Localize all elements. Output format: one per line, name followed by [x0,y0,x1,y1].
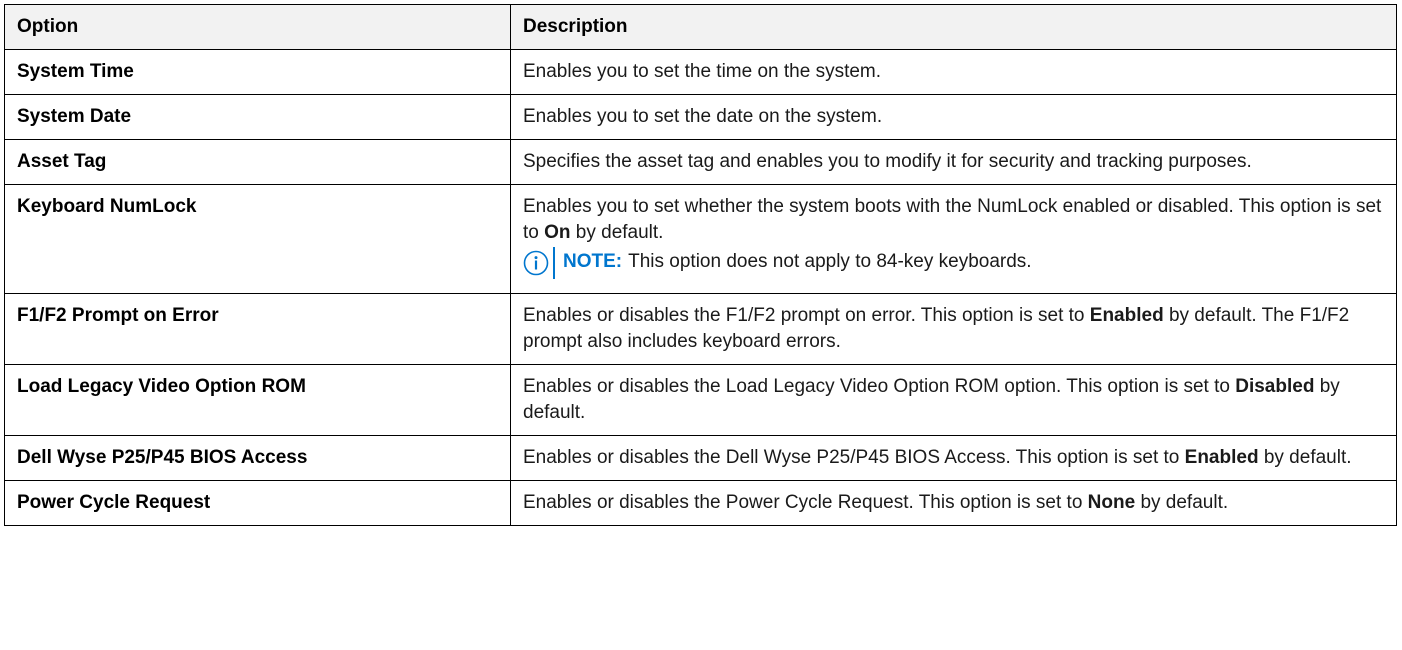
option-name: Dell Wyse P25/P45 BIOS Access [4,435,511,481]
info-circle-icon [523,250,549,276]
option-description: Enables or disables the Dell Wyse P25/P4… [510,435,1397,481]
option-name: Asset Tag [4,139,511,185]
description-text: Enables or disables the Power Cycle Requ… [523,492,1088,513]
table-row: Keyboard NumLock Enables you to set whet… [4,184,1397,294]
option-name: System Date [4,94,511,140]
option-name: Power Cycle Request [4,480,511,526]
table-row: Power Cycle Request Enables or disables … [4,480,1397,526]
default-value: On [544,222,571,243]
note-label: NOTE: [563,251,623,272]
table-row: Dell Wyse P25/P45 BIOS Access Enables or… [4,435,1397,481]
option-description: Enables or disables the Load Legacy Vide… [510,364,1397,436]
description-text: Enables or disables the Dell Wyse P25/P4… [523,447,1185,468]
note-body: NOTE: This option does not apply to 84-ke… [563,249,1032,275]
note: NOTE: This option does not apply to 84-ke… [523,247,1384,279]
option-name: System Time [4,49,511,95]
table-row: Asset Tag Specifies the asset tag and en… [4,139,1397,185]
default-value: Enabled [1089,305,1164,326]
description-text: by default. [1258,447,1352,468]
option-description: Enables you to set the date on the syste… [510,94,1397,140]
bios-options-table: Option Description System Time Enables y… [4,4,1397,526]
table-row: System Date Enables you to set the date … [4,94,1397,140]
option-description: Specifies the asset tag and enables you … [510,139,1397,185]
option-description: Enables or disables the Power Cycle Requ… [510,480,1397,526]
default-value: Enabled [1184,447,1259,468]
option-name: F1/F2 Prompt on Error [4,293,511,365]
option-description: Enables or disables the F1/F2 prompt on … [510,293,1397,365]
header-option: Option [4,4,511,50]
option-description: Enables you to set the time on the syste… [510,49,1397,95]
table-header-row: Option Description [4,4,1397,50]
option-name: Load Legacy Video Option ROM [4,364,511,436]
option-name: Keyboard NumLock [4,184,511,294]
table-row: System Time Enables you to set the time … [4,49,1397,95]
header-description: Description [510,4,1397,50]
description-text: by default. [570,222,664,243]
default-value: None [1087,492,1136,513]
note-divider [553,247,555,279]
description-text: Enables or disables the F1/F2 prompt on … [523,305,1090,326]
default-value: Disabled [1235,376,1315,397]
table-row: Load Legacy Video Option ROM Enables or … [4,364,1397,436]
table-row: F1/F2 Prompt on Error Enables or disable… [4,293,1397,365]
description-text: Enables or disables the Load Legacy Vide… [523,376,1236,397]
option-description: Enables you to set whether the system bo… [510,184,1397,294]
note-text: This option does not apply to 84-key key… [628,251,1032,272]
description-text: by default. [1135,492,1229,513]
